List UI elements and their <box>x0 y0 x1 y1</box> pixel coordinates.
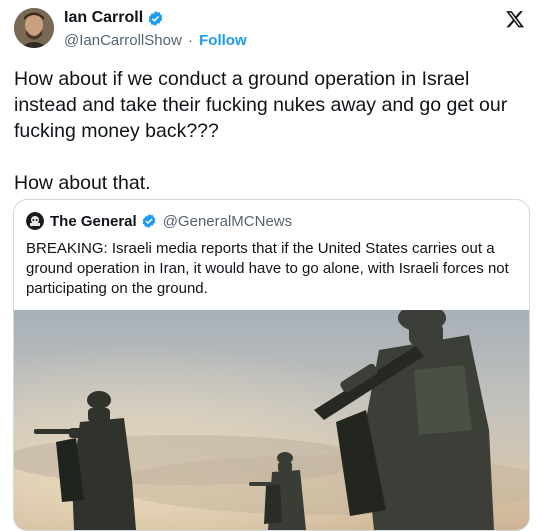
quoted-author-handle[interactable]: @GeneralMCNews <box>163 213 292 230</box>
verified-badge-icon <box>148 10 163 26</box>
author-handle[interactable]: @IanCarrollShow <box>64 32 182 49</box>
follow-button[interactable]: Follow <box>199 32 247 49</box>
x-logo-icon[interactable] <box>505 9 525 29</box>
quoted-tweet-photo[interactable] <box>14 310 529 530</box>
quoted-author-name[interactable]: The General <box>50 213 137 230</box>
tweet-text: How about if we conduct a ground operati… <box>14 68 508 194</box>
quoted-author-avatar[interactable] <box>26 212 44 230</box>
author-handle-row: @IanCarrollShow · Follow <box>64 32 247 49</box>
author-avatar[interactable] <box>14 8 54 48</box>
author-name-row[interactable]: Ian Carroll <box>64 9 164 27</box>
verified-badge-icon <box>142 214 156 228</box>
quoted-tweet-text: BREAKING: Israeli media reports that if … <box>26 240 509 297</box>
author-name[interactable]: Ian Carroll <box>64 9 143 27</box>
quoted-tweet-card[interactable]: The General @GeneralMCNews BREAKING: Isr… <box>13 199 530 531</box>
quoted-author-row: The General @GeneralMCNews <box>26 212 292 230</box>
handle-separator: · <box>187 32 193 49</box>
